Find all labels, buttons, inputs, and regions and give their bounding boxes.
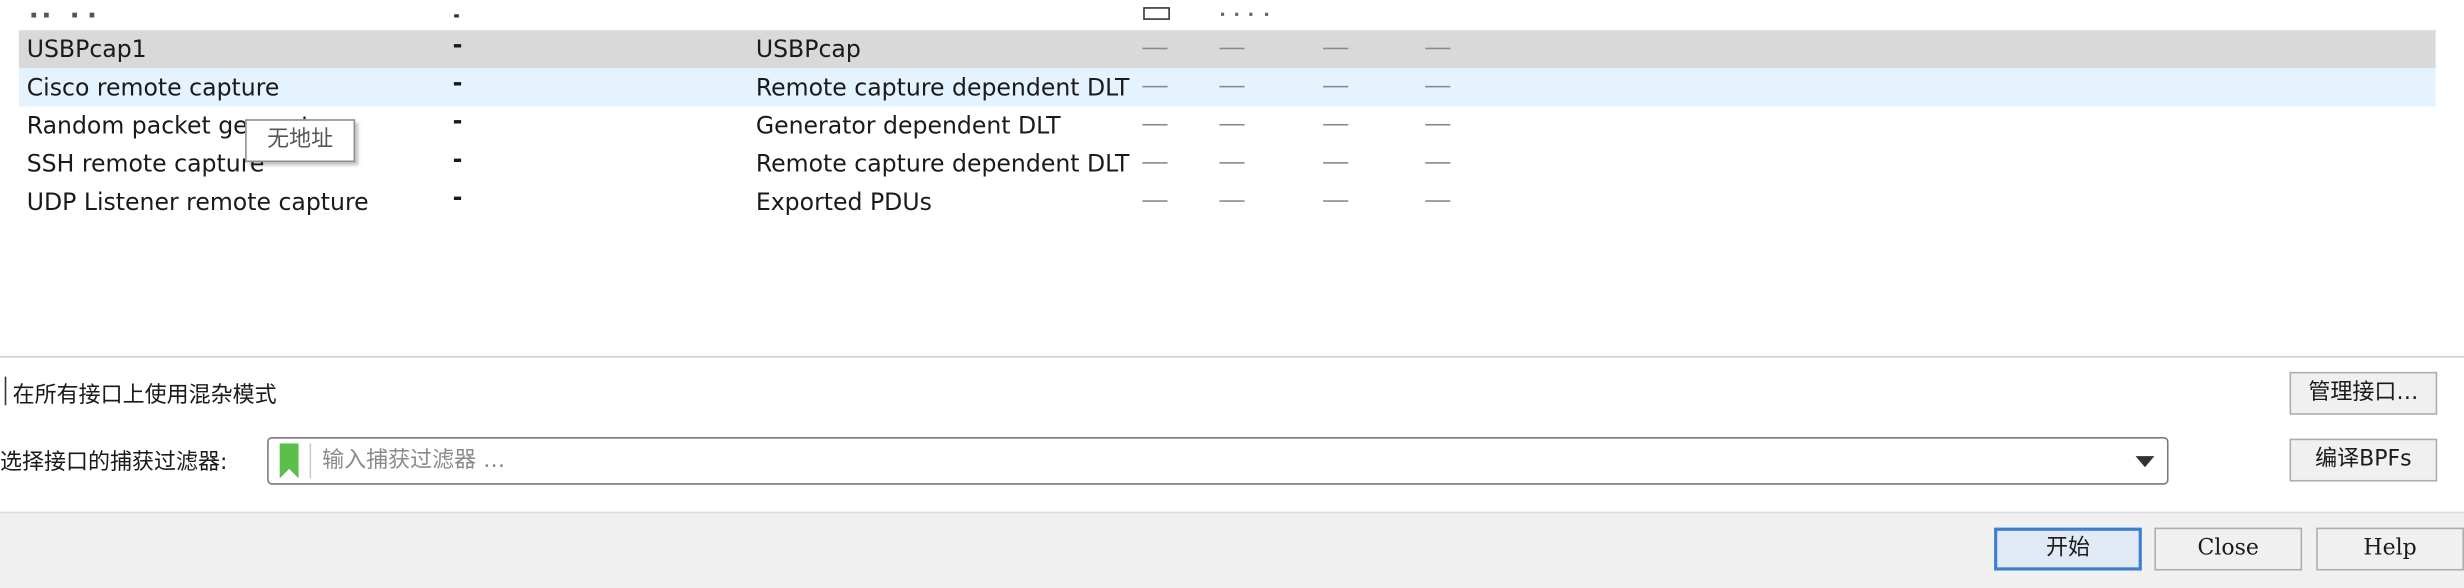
empty-column-2-dash — [1219, 200, 1245, 202]
empty-column-4-dash — [1425, 85, 1451, 88]
interface-row[interactable]: UDP Listener remote capture - Exported PDU… — [19, 183, 2436, 221]
partial-row-top — [0, 0, 2464, 29]
interface-name: USBPcap1 — [26, 34, 147, 64]
interface-link-type: Generator dependent DLT — [755, 111, 1061, 140]
interface-name: SSH remote capture — [26, 149, 265, 178]
bookmark-icon — [279, 443, 299, 479]
interface-link-type: USBPcap — [755, 34, 861, 64]
interface-traffic: - — [452, 182, 463, 212]
interface-link-type: Remote capture dependent DLT — [755, 149, 1130, 178]
empty-column-3-dash — [1323, 85, 1349, 88]
empty-column-1-dash — [1142, 200, 1168, 202]
no-address-tooltip: 无地址 — [245, 119, 356, 163]
capture-filter-combobox[interactable] — [267, 437, 2169, 485]
interface-link-type: Exported PDUs — [755, 187, 932, 217]
empty-column-3-dash — [1323, 47, 1349, 50]
interface-traffic: - — [452, 68, 463, 97]
empty-column-2-dash — [1219, 123, 1245, 126]
filter-bookmark-button[interactable] — [275, 443, 312, 479]
empty-column-2-dash — [1219, 85, 1245, 88]
interface-traffic: - — [452, 144, 463, 174]
promiscuous-label: 在所有接口上使用混杂模式 — [12, 382, 277, 409]
start-button[interactable]: 开始 — [1994, 527, 2142, 571]
empty-column-2-dash — [1219, 162, 1245, 164]
empty-column-4-dash — [1425, 47, 1451, 50]
empty-column-1-dash — [1142, 47, 1168, 50]
partial-row-fragments — [31, 7, 1269, 20]
interface-list[interactable]: USBPcap1 - USBPcap Cisco remote capture - Rem… — [0, 0, 2464, 358]
interface-name: Cisco remote capture — [26, 73, 280, 102]
capture-filter-input[interactable] — [322, 443, 2114, 479]
empty-column-3-dash — [1323, 123, 1349, 126]
compile-bpf-button[interactable]: 编译BPFs — [2289, 438, 2438, 482]
empty-column-1-dash — [1142, 162, 1168, 164]
empty-column-4-dash — [1425, 162, 1451, 164]
empty-column-3-dash — [1323, 200, 1349, 202]
empty-column-1-dash — [1142, 85, 1168, 88]
empty-column-2-dash — [1219, 47, 1245, 50]
chevron-down-icon[interactable] — [2135, 456, 2155, 468]
empty-column-4-dash — [1425, 123, 1451, 126]
interface-row[interactable]: Cisco remote capture - Remote capture depe… — [18, 68, 2436, 107]
empty-column-3-dash — [1323, 162, 1349, 164]
capture-filter-label: 选择接口的捕获过滤器: — [0, 449, 228, 476]
empty-column-4-dash — [1425, 200, 1451, 202]
interface-name: UDP Listener remote capture — [26, 187, 369, 217]
interface-row[interactable]: SSH remote capture - Remote capture depend… — [19, 145, 2436, 183]
close-button[interactable]: Close — [2154, 527, 2303, 571]
interface-row[interactable]: Random packet generator - Generator depend… — [19, 106, 2436, 144]
interface-traffic: - — [452, 30, 463, 59]
interface-traffic: - — [452, 106, 463, 136]
capture-interfaces-dialog: USBPcap1 - USBPcap Cisco remote capture - Rem… — [0, 0, 2464, 588]
interface-row[interactable]: USBPcap1 - USBPcap — [18, 30, 2436, 69]
interface-link-type: Remote capture dependent DLT — [755, 73, 1130, 102]
promiscuous-checkbox[interactable] — [0, 376, 7, 406]
help-button[interactable]: Help — [2316, 527, 2464, 571]
manage-interfaces-button[interactable]: 管理接口… — [2289, 371, 2438, 415]
empty-column-1-dash — [1142, 123, 1168, 126]
